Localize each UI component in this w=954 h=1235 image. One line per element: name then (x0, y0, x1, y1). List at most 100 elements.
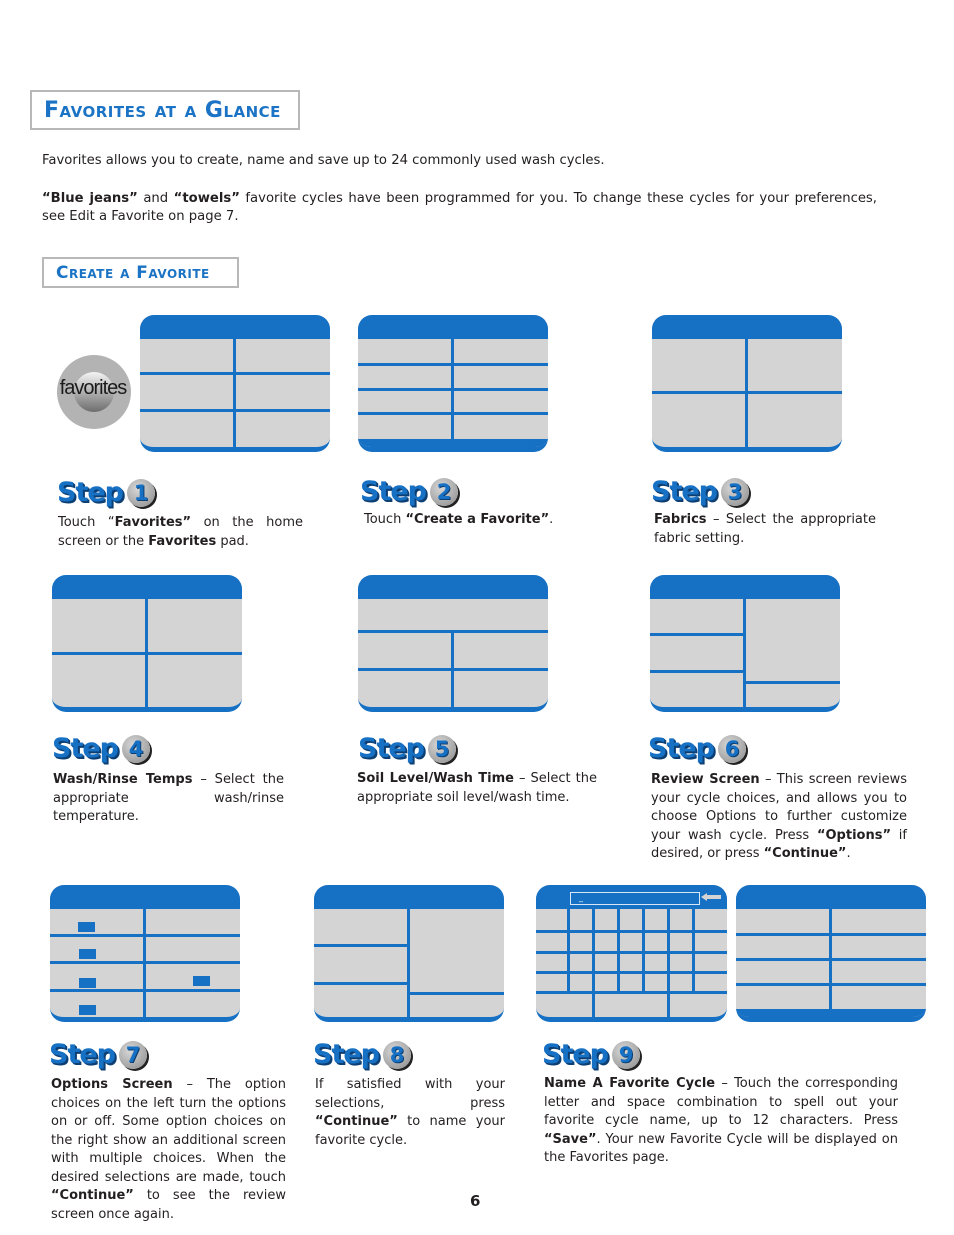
screen-step-4-temps (52, 575, 242, 712)
divider (743, 599, 746, 707)
option-toggle-indicator[interactable] (79, 1005, 96, 1015)
divider (536, 951, 727, 954)
step-6-title: Step 6 (648, 733, 746, 764)
emphasis-text: “Options” (816, 827, 891, 843)
text: . Your new Favorite Cycle will be displa… (544, 1131, 898, 1166)
divider (314, 944, 408, 947)
step-7-description: Options Screen – The option choices on t… (51, 1076, 286, 1224)
emphasis-text: “Create a Favorite” (405, 512, 550, 527)
screen-header (50, 885, 240, 909)
option-choice-indicator[interactable] (193, 976, 210, 986)
step-number-badge: 9 (612, 1040, 640, 1069)
intro-paragraph: Favorites allows you to create, name and… (42, 153, 605, 168)
screen-header (650, 575, 840, 599)
divider (50, 961, 240, 964)
text: and (137, 191, 174, 206)
divider (736, 958, 926, 961)
screen-step-8-review (314, 885, 504, 1022)
step-2-title: Step 2 (360, 476, 458, 507)
divider (736, 983, 926, 986)
divider (358, 363, 548, 366)
divider (407, 909, 410, 1017)
step-number-badge: 3 (721, 477, 749, 506)
step-label: Step (648, 733, 715, 764)
screen-step-6-review (650, 575, 840, 712)
preprogrammed-paragraph: “Blue jeans” and “towels” favorite cycle… (42, 190, 877, 226)
screen-step-2-favorites (358, 315, 548, 452)
text: If satisfied with your selections, press (315, 1077, 505, 1111)
step-label: Step (52, 733, 119, 764)
step-number-badge: 8 (383, 1040, 411, 1069)
towels-label: “towels” (173, 191, 240, 206)
divider (314, 982, 408, 985)
step-4-title: Step 4 (52, 733, 150, 764)
step-3-title: Step 3 (651, 476, 749, 507)
screen-step-5-soil (358, 575, 548, 712)
divider (829, 909, 832, 1017)
step-number-badge: 7 (119, 1040, 147, 1069)
emphasis-text: Fabrics (654, 512, 707, 527)
section-heading-favorites-at-a-glance: Favorites at a Glance (30, 90, 300, 130)
divider (52, 652, 242, 655)
divider (743, 681, 840, 684)
divider (617, 909, 620, 993)
text: Touch “ (58, 515, 115, 530)
option-toggle-indicator[interactable] (79, 949, 96, 959)
emphasis-text: “Continue” (315, 1114, 398, 1129)
step-label: Step (57, 477, 124, 508)
step-7-title: Step 7 (49, 1039, 147, 1070)
screen-step-7-options (50, 885, 240, 1022)
divider (233, 339, 236, 447)
section-heading-create-a-favorite: Create a Favorite (42, 257, 239, 288)
divider (642, 909, 645, 993)
divider (650, 670, 744, 673)
screen-header (358, 575, 548, 599)
favorites-pad-button[interactable]: favorites (57, 355, 131, 429)
screen-header (736, 885, 926, 909)
name-input-field[interactable]: _ (570, 892, 700, 905)
emphasis-text: Soil Level/Wash Time (357, 771, 514, 786)
step-number-badge: 1 (127, 478, 155, 507)
text: Touch (364, 512, 406, 527)
step-8-description: If satisfied with your selections, press… (315, 1076, 505, 1150)
text: . (846, 846, 851, 861)
emphasis-text: Wash/Rinse Temps (53, 772, 193, 787)
emphasis-text: “Save” (544, 1131, 597, 1147)
step-6-description: Review Screen – This screen reviews your… (651, 771, 907, 864)
divider (736, 933, 926, 936)
divider (536, 971, 727, 974)
step-number-badge: 4 (122, 734, 150, 763)
screen-header (140, 315, 330, 339)
emphasis-text: “Continue” (763, 846, 847, 861)
divider (50, 934, 240, 937)
divider (592, 909, 595, 1017)
divider (358, 412, 548, 415)
divider (451, 630, 454, 707)
divider (536, 991, 727, 994)
step-2-description: Touch “Create a Favorite”. (364, 511, 604, 530)
divider (652, 391, 842, 394)
emphasis-text: Favorites (148, 533, 217, 549)
divider (140, 409, 330, 412)
screen-header (52, 575, 242, 599)
divider (407, 992, 504, 995)
option-toggle-indicator[interactable] (79, 978, 96, 988)
divider (358, 388, 548, 391)
step-number-badge: 5 (428, 734, 456, 763)
screen-step-1-home (140, 315, 330, 452)
page-number: 6 (470, 1192, 481, 1210)
divider (650, 633, 744, 636)
option-toggle-indicator[interactable] (78, 922, 95, 932)
step-number-badge: 6 (718, 734, 746, 763)
backspace-arrow-icon[interactable] (701, 893, 721, 901)
step-9-title: Step 9 (542, 1039, 640, 1070)
screen-step-3-fabrics (652, 315, 842, 452)
step-1-description: Touch “Favorites” on the home screen or … (58, 514, 303, 551)
step-3-description: Fabrics – Select the appropriate fabric … (654, 511, 876, 548)
step-1-title: Step 1 (57, 477, 155, 508)
step-label: Step (360, 476, 427, 507)
favorites-pad-label: favorites (59, 377, 128, 399)
divider (667, 909, 670, 1017)
divider (50, 989, 240, 992)
screen-step-9-favorites (736, 885, 926, 1022)
